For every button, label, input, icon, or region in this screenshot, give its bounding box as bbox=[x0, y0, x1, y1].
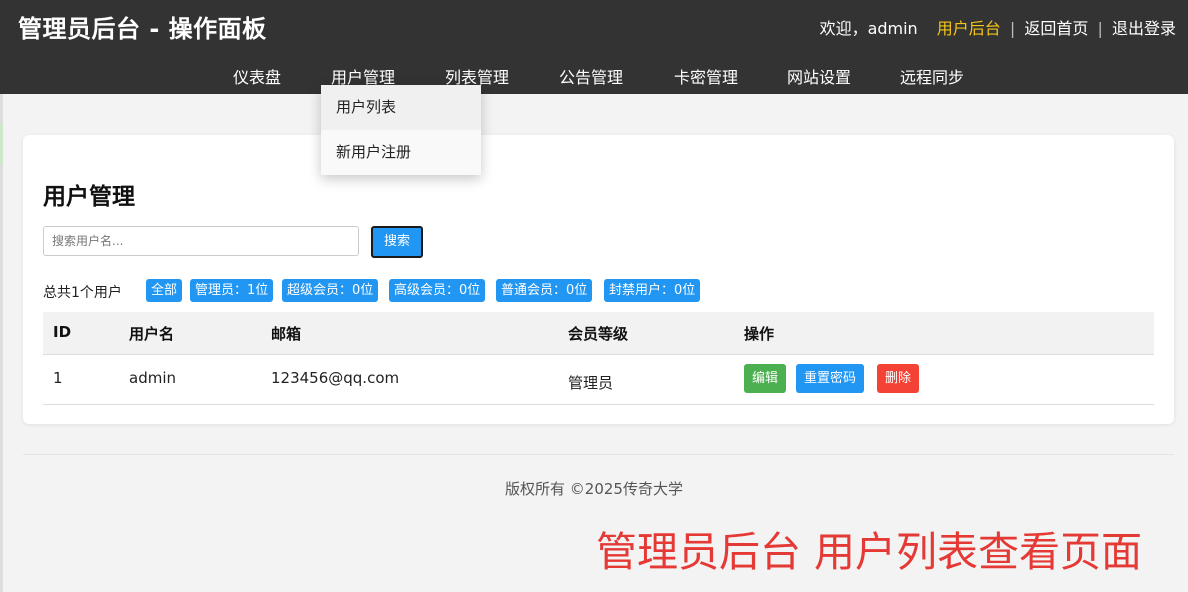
separator: | bbox=[1009, 19, 1016, 38]
user-management-dropdown: 用户列表 新用户注册 bbox=[321, 85, 481, 175]
filter-all[interactable]: 全部 bbox=[146, 279, 183, 302]
filter-senior-member[interactable]: 高级会员：0位 bbox=[389, 279, 486, 302]
page-annotation: 管理员后台 用户列表查看页面 bbox=[595, 528, 1142, 576]
home-link[interactable]: 返回首页 bbox=[1024, 19, 1088, 38]
dropdown-item-user-list[interactable]: 用户列表 bbox=[321, 85, 481, 130]
user-area: 欢迎，admin 用户后台 | 返回首页 | 退出登录 bbox=[820, 15, 1176, 39]
app-title: 管理员后台 - 操作面板 bbox=[18, 15, 267, 43]
column-level: 会员等级 bbox=[568, 325, 629, 343]
left-edge bbox=[0, 94, 3, 592]
filter-super-member[interactable]: 超级会员：0位 bbox=[282, 279, 379, 302]
user-management-card: 用户管理 搜索 总共1个用户 全部 管理员：1位 超级会员：0位 高级会员：0位… bbox=[23, 135, 1174, 424]
table-row: 1 admin 123456@qq.com 管理员 编辑 重置密码 删除 bbox=[43, 355, 1154, 405]
nav-remote-sync[interactable]: 远程同步 bbox=[900, 64, 964, 88]
main-nav: 仪表盘 用户管理 列表管理 公告管理 卡密管理 网站设置 远程同步 bbox=[0, 64, 1188, 88]
footer-divider bbox=[23, 454, 1174, 455]
dropdown-item-new-user[interactable]: 新用户注册 bbox=[321, 130, 481, 175]
nav-dashboard[interactable]: 仪表盘 bbox=[233, 64, 281, 88]
table-header: ID 用户名 邮箱 会员等级 操作 bbox=[43, 312, 1154, 355]
logout-link[interactable]: 退出登录 bbox=[1112, 19, 1176, 38]
page-title: 用户管理 bbox=[43, 184, 135, 210]
nav-announcement-management[interactable]: 公告管理 bbox=[559, 64, 623, 88]
user-backend-link[interactable]: 用户后台 bbox=[937, 19, 1001, 38]
footer-copyright: 版权所有 ©2025传奇大学 bbox=[505, 480, 683, 498]
separator: | bbox=[1097, 19, 1103, 38]
delete-button[interactable]: 删除 bbox=[877, 364, 920, 393]
reset-password-button[interactable]: 重置密码 bbox=[796, 364, 865, 393]
total-users: 总共1个用户 bbox=[43, 285, 122, 301]
nav-card-management[interactable]: 卡密管理 bbox=[674, 64, 738, 88]
cell-level: 管理员 bbox=[568, 374, 614, 392]
column-actions: 操作 bbox=[744, 325, 775, 343]
column-id: ID bbox=[53, 323, 72, 341]
top-header: 管理员后台 - 操作面板 欢迎，admin 用户后台 | 返回首页 | 退出登录… bbox=[0, 0, 1188, 94]
cell-email: 123456@qq.com bbox=[271, 369, 400, 387]
filter-admin[interactable]: 管理员：1位 bbox=[190, 279, 274, 302]
filter-regular-member[interactable]: 普通会员：0位 bbox=[496, 279, 593, 302]
edit-button[interactable]: 编辑 bbox=[744, 364, 787, 393]
search-button[interactable]: 搜索 bbox=[371, 226, 423, 258]
search-input[interactable] bbox=[43, 226, 359, 256]
welcome-text: 欢迎，admin bbox=[819, 19, 918, 38]
nav-site-settings[interactable]: 网站设置 bbox=[787, 64, 851, 88]
filter-banned-users[interactable]: 封禁用户：0位 bbox=[604, 279, 701, 302]
column-email: 邮箱 bbox=[271, 325, 302, 343]
cell-username: admin bbox=[129, 369, 176, 387]
cell-id: 1 bbox=[53, 369, 63, 387]
column-username: 用户名 bbox=[129, 325, 175, 343]
edge-mark bbox=[0, 124, 3, 164]
